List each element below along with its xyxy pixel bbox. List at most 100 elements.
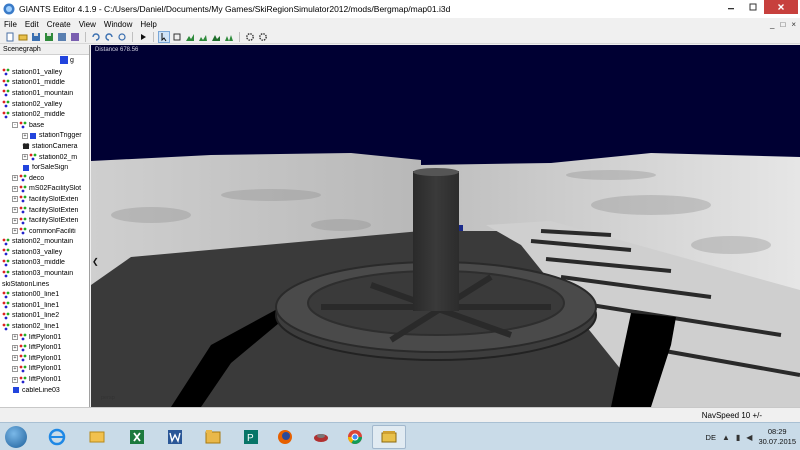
expand-icon[interactable]: +	[22, 154, 28, 161]
scenegraph-node[interactable]: station01_line2	[0, 311, 89, 322]
mdi-close-icon[interactable]: ×	[791, 20, 796, 29]
expand-icon[interactable]: +	[22, 132, 28, 139]
expand-icon[interactable]: +	[12, 334, 18, 341]
clock[interactable]: 08:29 30.07.2015	[758, 427, 796, 447]
new-file-icon[interactable]	[4, 31, 16, 43]
scenegraph-node[interactable]: station02_line1	[0, 321, 89, 332]
redo-icon[interactable]	[103, 31, 115, 43]
export-icon[interactable]	[69, 31, 81, 43]
expand-icon[interactable]: +	[12, 175, 18, 182]
scenegraph-node[interactable]: station02_mountain	[0, 237, 89, 248]
publisher-icon[interactable]: P	[234, 425, 268, 449]
menu-file[interactable]: File	[0, 20, 21, 29]
internet-explorer-icon[interactable]	[40, 425, 74, 449]
scenegraph-node[interactable]: station02_valley	[0, 99, 89, 110]
shape-node-icon	[12, 386, 20, 394]
undo-icon[interactable]	[90, 31, 102, 43]
3d-viewport[interactable]: Distance 678.56 ❮ persp	[91, 45, 800, 407]
volume-icon[interactable]: ◀	[746, 433, 752, 442]
minimize-icon[interactable]	[720, 0, 742, 14]
settings-alt-icon[interactable]	[257, 31, 269, 43]
save-icon[interactable]	[30, 31, 42, 43]
expand-icon[interactable]: +	[12, 207, 18, 214]
scenegraph-node[interactable]: + stationTrigger	[0, 131, 89, 142]
menu-window[interactable]: Window	[100, 20, 136, 29]
viewport-scene	[91, 45, 800, 407]
mdi-minimize-icon[interactable]: _	[770, 20, 774, 29]
language-indicator[interactable]: DE	[706, 433, 716, 442]
viewport-arrow-icon[interactable]: ❮	[92, 257, 99, 266]
menu-create[interactable]: Create	[43, 20, 75, 29]
foliage-icon[interactable]	[210, 31, 222, 43]
scenegraph-node[interactable]: cableLine03	[0, 385, 89, 396]
scenegraph-node[interactable]: station03_valley	[0, 247, 89, 258]
scenegraph-node[interactable]: + station02_m	[0, 152, 89, 163]
file-explorer-icon[interactable]	[80, 425, 114, 449]
scenegraph-node[interactable]: + liftPylon01	[0, 353, 89, 364]
scenegraph-node[interactable]: + facilitySlotExten	[0, 215, 89, 226]
scenegraph-node[interactable]: + deco	[0, 173, 89, 184]
word-icon[interactable]	[158, 425, 192, 449]
save-as-icon[interactable]	[43, 31, 55, 43]
menu-edit[interactable]: Edit	[21, 20, 43, 29]
transform-node-icon	[2, 248, 10, 256]
scenegraph-node[interactable]: + liftPylon01	[0, 332, 89, 343]
scenegraph-node[interactable]: station00_line1	[0, 289, 89, 300]
expand-icon[interactable]: +	[12, 185, 18, 192]
grass-icon[interactable]	[223, 31, 235, 43]
shape-filter-icon[interactable]	[60, 56, 68, 64]
select-icon[interactable]	[158, 30, 170, 43]
scenegraph-node[interactable]: + liftPylon01	[0, 364, 89, 375]
scenegraph-node[interactable]: + facilitySlotExten	[0, 194, 89, 205]
expand-icon[interactable]: +	[12, 228, 18, 235]
scenegraph-node[interactable]: forSaleSign	[0, 162, 89, 173]
scenegraph-node[interactable]: + facilitySlotExten	[0, 205, 89, 216]
collapse-icon[interactable]: -	[12, 122, 18, 129]
scenegraph-node[interactable]: + commonFaciliti	[0, 226, 89, 237]
game-icon[interactable]	[304, 425, 338, 449]
terrain-texture-icon[interactable]	[197, 31, 209, 43]
tray-arrow-icon[interactable]: ▲	[722, 433, 730, 442]
play-icon[interactable]	[137, 31, 149, 43]
scenegraph-node[interactable]: - base	[0, 120, 89, 131]
expand-icon[interactable]: +	[12, 344, 18, 351]
mdi-restore-icon[interactable]: □	[780, 20, 785, 29]
expand-icon[interactable]: +	[12, 196, 18, 203]
scenegraph-node[interactable]: station01_valley	[0, 67, 89, 78]
scenegraph-node[interactable]: + liftPylon01	[0, 342, 89, 353]
open-file-icon[interactable]	[17, 31, 29, 43]
scenegraph-node[interactable]: station01_mountain	[0, 88, 89, 99]
expand-icon[interactable]: +	[12, 365, 18, 372]
scenegraph-node-label: station00_line1	[12, 291, 60, 299]
scenegraph-node[interactable]: station01_line1	[0, 300, 89, 311]
scenegraph-node[interactable]: + liftPylon01	[0, 374, 89, 385]
scenegraph-node[interactable]: + mS02FacilitySlot	[0, 184, 89, 195]
network-icon[interactable]: ▮	[736, 433, 740, 442]
scenegraph-node[interactable]: station03_middle	[0, 258, 89, 269]
scenegraph-node[interactable]: station02_middle	[0, 109, 89, 120]
excel-icon[interactable]	[120, 425, 154, 449]
start-orb-icon[interactable]	[5, 426, 27, 448]
scenegraph-node[interactable]: stationCamera	[0, 141, 89, 152]
scenegraph-node[interactable]: station03_mountain	[0, 268, 89, 279]
chrome-icon[interactable]	[338, 425, 372, 449]
files-icon[interactable]	[196, 425, 230, 449]
transform-node-icon	[19, 121, 27, 129]
settings-icon[interactable]	[244, 31, 256, 43]
move-icon[interactable]	[171, 31, 183, 43]
scenegraph-tree: station01_valley station01_middle station0…	[0, 67, 89, 396]
close-icon[interactable]	[764, 0, 798, 14]
firefox-icon[interactable]	[268, 425, 302, 449]
expand-icon[interactable]: +	[12, 355, 18, 362]
menu-view[interactable]: View	[75, 20, 100, 29]
import-icon[interactable]	[56, 31, 68, 43]
giants-editor-icon[interactable]	[372, 425, 406, 449]
maximize-icon[interactable]	[742, 0, 764, 14]
scenegraph-node[interactable]: skiStationLines	[0, 279, 89, 290]
refresh-icon[interactable]	[116, 31, 128, 43]
terrain-paint-icon[interactable]	[184, 31, 196, 43]
menu-help[interactable]: Help	[136, 20, 160, 29]
expand-icon[interactable]: +	[12, 376, 18, 383]
scenegraph-node[interactable]: station01_middle	[0, 78, 89, 89]
expand-icon[interactable]: +	[12, 217, 18, 224]
